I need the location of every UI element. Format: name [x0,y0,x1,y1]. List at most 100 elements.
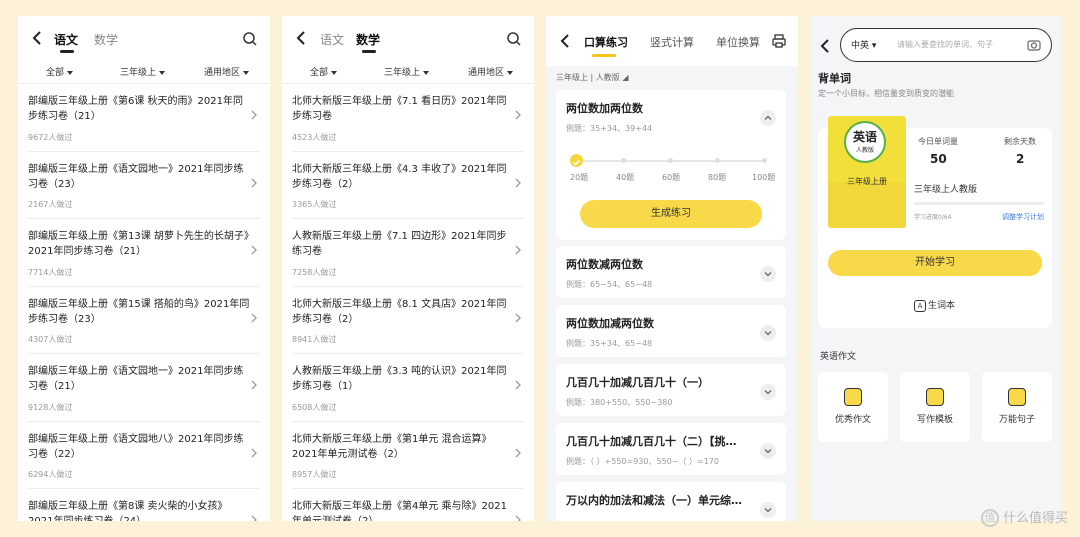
exercise-card[interactable]: 几百几十加减几百几十（一） 例题：380+550、550−380 [556,364,786,416]
exercise-card[interactable]: 几百几十加减几百几十（二）【挑… 例题：（ ）+550=930、550−（ ）=1… [556,423,786,475]
chevron-right-icon [251,448,257,457]
camera-icon[interactable] [1027,38,1041,52]
question-count-slider[interactable] [570,154,767,167]
item-count: 6508人做过 [292,402,337,412]
item-count: 8941人做过 [292,335,337,344]
grade-selector[interactable]: 三年级上 | 人教版 ◢ [546,66,798,90]
item-count: 6294人做过 [28,470,73,479]
slider-label: 100题 [752,173,776,182]
progress-bar [914,202,1044,205]
adjust-plan-link[interactable]: 调整学习计划 [1002,212,1044,222]
language-selector[interactable]: 中英 ▾ [851,38,876,51]
card-example: 例题：35+34、39+44 [566,124,653,133]
chevron-right-icon [251,313,257,322]
writing-template-button[interactable]: 写作模板 [900,372,970,442]
math-exercise-list-panel: 语文 数学 全部 三年级上 通用地区 北师大新版三年级上册《7.1 看日历》20… [282,16,534,521]
vocabulary-book-button[interactable]: A 生词本 [914,298,955,312]
chevron-right-icon [251,380,257,390]
item-count: 7714人做过 [28,267,73,277]
exercise-card[interactable]: 万以内的加法和减法（一）单元综… [556,482,786,521]
chevron-right-icon [251,515,257,521]
generate-exercise-button[interactable]: 生成练习 [580,200,762,228]
list-item[interactable]: 北师大新版三年级上册《4.3 丰收了》2021年同步练习卷（2） 3365人做过 [292,152,524,219]
list-item[interactable]: 部编版三年级上册《语文园地八》2021年同步练习卷（22） 6294人做过 [28,422,260,489]
vocabulary-panel: 中英 ▾ 请输入要查找的单词、句子 背单词 定一个小目标，相信量变到质变的潜能 … [810,16,1062,521]
start-learning-button[interactable]: 开始学习 [828,250,1042,276]
filter-bar: 全部 三年级上 通用地区 [282,60,534,84]
list-item[interactable]: 北师大新版三年级上册《第4单元 乘与除》2021年单元测试卷（2） [292,489,524,521]
back-arrow-icon[interactable] [30,30,44,46]
filter-region[interactable]: 通用地区 [468,65,514,78]
chevron-right-icon [515,448,521,457]
slider-tick[interactable] [621,158,626,163]
exercise-card[interactable]: 两位数减两位数 例题：65−54、65−48 [556,246,786,298]
template-icon [926,388,944,406]
expand-toggle[interactable] [760,325,776,341]
slider-tick[interactable] [668,158,673,163]
chevron-right-icon [251,110,257,120]
universal-sentence-button[interactable]: 万能句子 [982,372,1052,442]
printer-icon[interactable] [772,34,786,48]
book-grade: 三年级上册 [847,177,887,186]
expand-toggle[interactable] [760,443,776,459]
expand-toggle[interactable] [760,266,776,282]
vocabulary-book-label: 生词本 [928,301,956,311]
filter-region[interactable]: 通用地区 [204,65,250,78]
language-label: 中英 [851,41,870,51]
search-icon[interactable] [242,31,258,47]
search-icon[interactable] [506,31,522,47]
expand-toggle[interactable] [760,384,776,400]
list-item[interactable]: 部编版三年级上册《第13课 胡萝卜先生的长胡子》2021年同步练习卷（21） 77… [28,219,260,287]
watermark-logo-icon: 值 [980,509,999,527]
stat-value: 2 [1016,152,1025,166]
tab-unit-conversion[interactable]: 单位换算 [716,34,760,50]
tab-math[interactable]: 数学 [356,31,380,48]
excellent-essay-button[interactable]: 优秀作文 [818,372,888,442]
tab-chinese[interactable]: 语文 [54,31,78,48]
filter-grade[interactable]: 三年级上 [384,65,430,78]
item-count: 8957人做过 [292,470,337,479]
list-item[interactable]: 部编版三年级上册《语文园地一》2021年同步练习卷（21） 9128人做过 [28,354,260,422]
back-arrow-icon[interactable] [294,30,308,46]
filter-grade[interactable]: 三年级上 [120,65,166,78]
expand-toggle[interactable] [760,502,776,518]
item-title: 人教新版三年级上册《3.3 吨的认识》2021年同步练习卷（1） [292,366,507,392]
search-input[interactable]: 请输入要查找的单词、句子 [897,39,993,50]
tab-vertical-calc[interactable]: 竖式计算 [650,34,694,50]
list-item[interactable]: 部编版三年级上册《第6课 秋天的雨》2021年同步练习卷（21） 9672人做过 [28,84,260,152]
filter-all[interactable]: 全部 [46,65,74,78]
slider-label: 60题 [662,173,681,182]
back-arrow-icon[interactable] [558,33,572,49]
list-item[interactable]: 北师大新版三年级上册《第1单元 混合运算》2021年单元测试卷（2） 8957人做… [292,422,524,489]
list-item[interactable]: 北师大新版三年级上册《8.1 文具店》2021年同步练习卷（2） 8941人做过 [292,287,524,354]
item-title: 北师大新版三年级上册《7.1 看日历》2021年同步练习卷 [292,96,507,122]
tab-math[interactable]: 数学 [94,31,118,48]
triangle-icon: ◢ [622,73,629,82]
filter-all[interactable]: 全部 [310,65,338,78]
slider-knob[interactable] [570,154,583,167]
list-item[interactable]: 北师大新版三年级上册《7.1 看日历》2021年同步练习卷 4523人做过 [292,84,524,152]
exercise-card-expanded[interactable]: 两位数加两位数 例题：35+34、39+44 20题 40题 60题 80题 1… [556,90,786,240]
list-item[interactable]: 部编版三年级上册《语文园地一》2021年同步练习卷（23） 2167人做过 [28,152,260,219]
back-arrow-icon[interactable] [818,38,832,54]
exercise-card[interactable]: 两位数加减两位数 例题：35+34、65−48 [556,305,786,357]
collapse-toggle[interactable] [760,110,776,126]
textbook-cover: 英语 人教版 三年级上册 [828,116,906,228]
item-title: 部编版三年级上册《语文园地一》2021年同步练习卷（21） [28,366,244,392]
tab-mental-math[interactable]: 口算练习 [584,34,628,50]
vocabulary-book-icon: A [914,299,926,312]
item-count: 9672人做过 [28,132,73,142]
list-item[interactable]: 部编版三年级上册《第8课 卖火柴的小女孩》2021年同步练习卷（24） [28,489,260,521]
card-title: 几百几十加减几百几十（一） [566,376,709,389]
tab-chinese[interactable]: 语文 [320,31,344,48]
caret-down-icon [243,70,250,75]
slider-label: 80题 [708,173,727,182]
slider-tick[interactable] [715,158,720,163]
study-card: 英语 人教版 三年级上册 今日单词量 50 剩余天数 2 三年级上人教版 学习进… [818,116,1052,328]
slider-tick[interactable] [762,158,767,163]
list-item[interactable]: 人教新版三年级上册《7.1 四边形》2021年同步练习卷 7258人做过 [292,219,524,287]
list-item[interactable]: 人教新版三年级上册《3.3 吨的认识》2021年同步练习卷（1） 6508人做过 [292,354,524,422]
exercise-list: 部编版三年级上册《第6课 秋天的雨》2021年同步练习卷（21） 9672人做过 … [18,84,270,521]
list-item[interactable]: 部编版三年级上册《第15课 搭船的鸟》2021年同步练习卷（23） 4307人做过 [28,287,260,354]
search-bar[interactable]: 中英 ▾ 请输入要查找的单词、句子 [840,28,1052,62]
